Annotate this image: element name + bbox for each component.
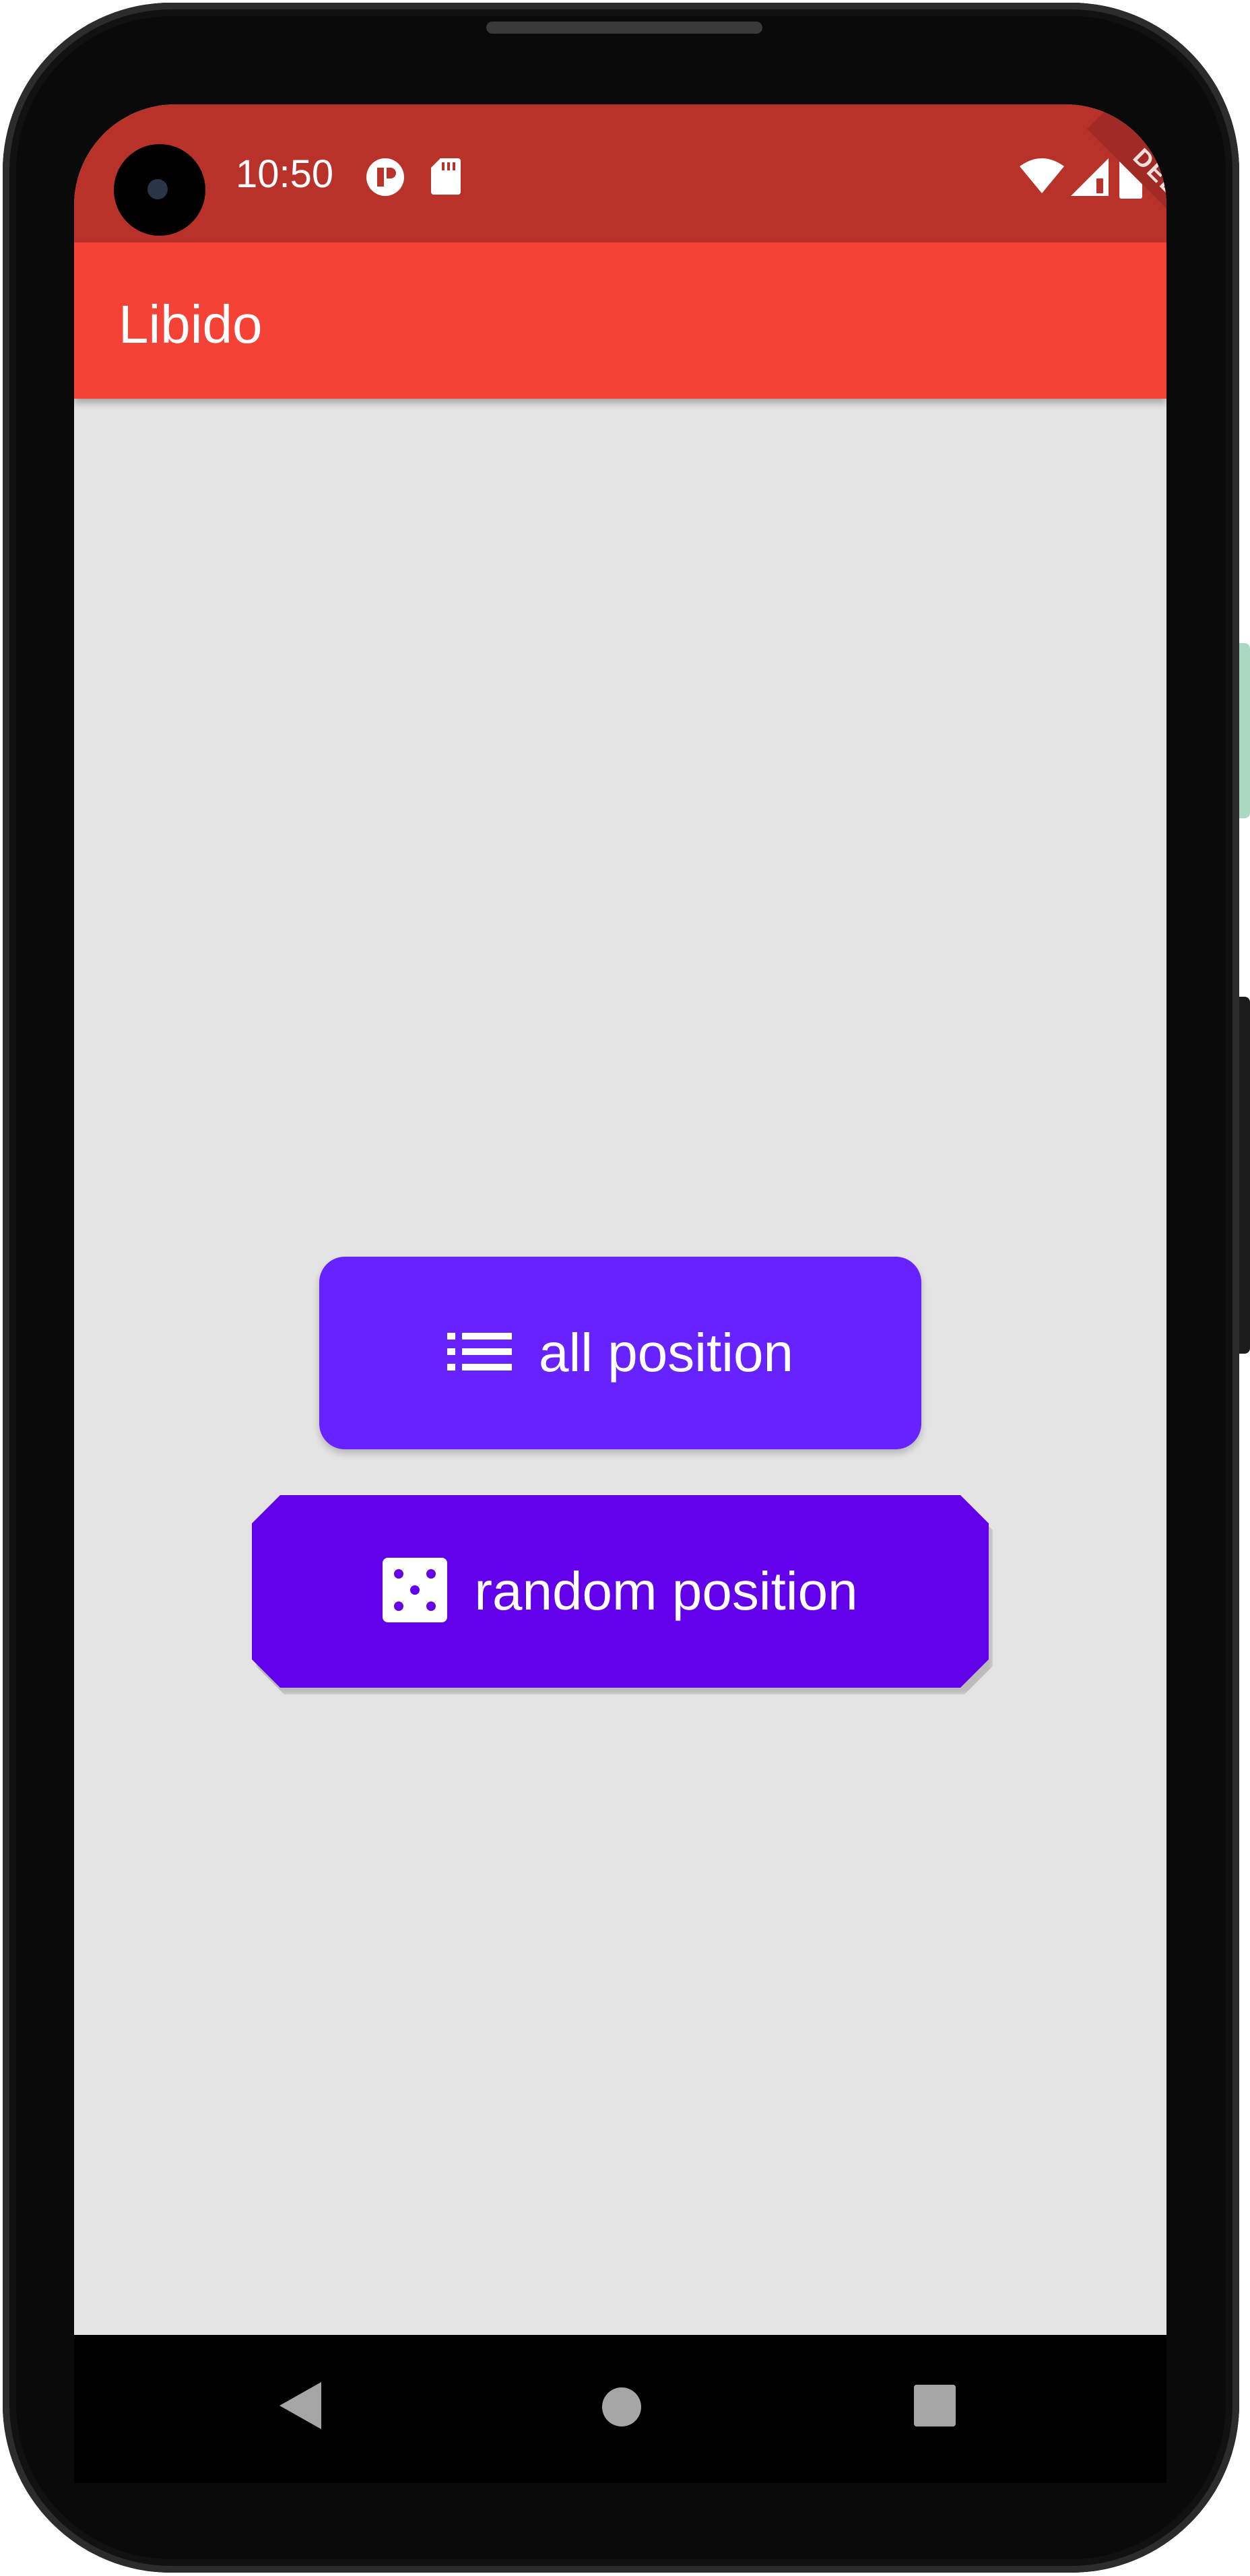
side-button-top xyxy=(1239,643,1250,818)
front-camera xyxy=(114,144,205,236)
sd-card-icon xyxy=(431,158,461,198)
all-position-button[interactable]: all position xyxy=(319,1257,921,1449)
camera-lens xyxy=(147,179,168,199)
status-bar: 10:50 xyxy=(74,104,1166,242)
device-screen: 10:50 DEBUG Libido all position random p… xyxy=(74,104,1166,2335)
status-time: 10:50 xyxy=(236,152,334,196)
notification-icon xyxy=(365,157,405,201)
app-bar: Libido xyxy=(74,242,1166,399)
side-button-power xyxy=(1239,997,1250,1354)
recents-icon[interactable] xyxy=(914,2385,956,2430)
all-position-label: all position xyxy=(538,1323,793,1383)
main-content: all position random position xyxy=(74,399,1166,2335)
list-icon xyxy=(447,1330,512,1377)
wifi-icon xyxy=(1020,158,1064,197)
random-position-label: random position xyxy=(474,1561,858,1621)
earpiece-speaker xyxy=(486,22,762,34)
app-title: Libido xyxy=(119,294,263,354)
random-position-button[interactable]: random position xyxy=(252,1495,989,1688)
back-icon[interactable] xyxy=(279,2382,321,2433)
dice-icon xyxy=(383,1558,447,1626)
navigation-bar xyxy=(74,2335,1166,2483)
home-icon[interactable] xyxy=(602,2387,641,2430)
signal-icon xyxy=(1071,158,1109,199)
